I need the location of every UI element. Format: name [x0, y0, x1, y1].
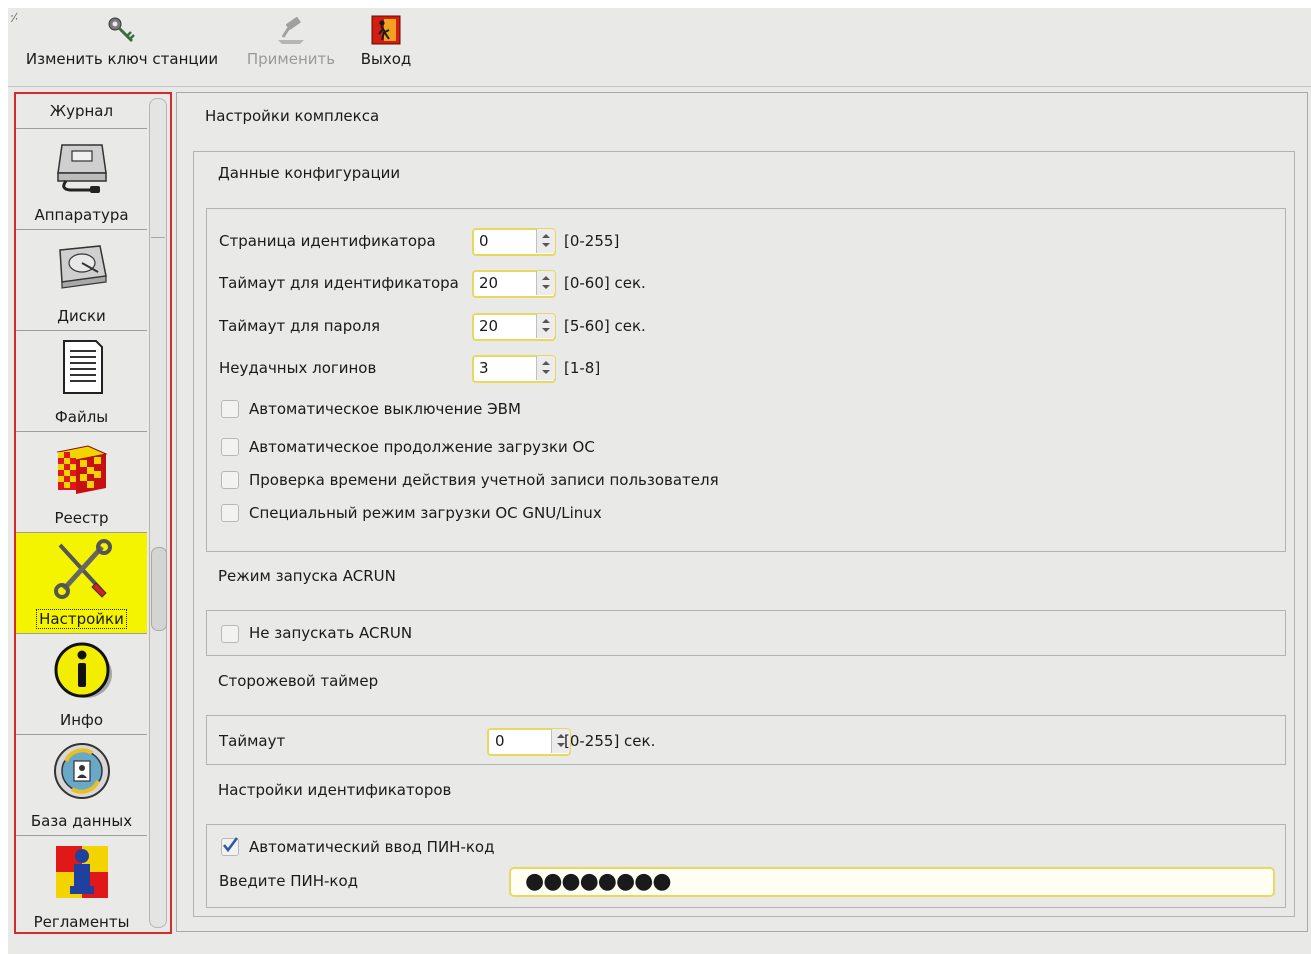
auto-shutdown-checkbox[interactable]	[221, 400, 239, 418]
id-page-range: [0-255]	[564, 232, 620, 250]
scroll-notch	[151, 237, 165, 238]
sidebar: Журнал Аппаратура Диски Файлы Реестр Нас…	[14, 92, 172, 934]
id-timeout-range: [0-60] сек.	[564, 274, 646, 292]
spin-arrows[interactable]	[536, 356, 555, 380]
id-page-label: Страница идентификатора	[219, 232, 436, 250]
exit-button[interactable]: Выход	[358, 14, 414, 76]
hardware-icon	[57, 144, 107, 193]
file-icon	[63, 340, 103, 394]
sidebar-item-label: Реестр	[54, 509, 109, 527]
identifiers-section-title: Настройки идентификаторов	[218, 781, 452, 799]
acrun-box: Не запускать ACRUN	[206, 610, 1286, 656]
identifiers-box: Автоматический ввод ПИН-код Введите ПИН-…	[206, 824, 1286, 908]
change-station-key-button[interactable]: Изменить ключ станции	[22, 14, 222, 76]
sidebar-item-files[interactable]: Файлы	[16, 331, 147, 432]
config-box: Страница идентификатора 0 [0-255] Таймау…	[206, 208, 1286, 552]
watchdog-box: Таймаут 0 [0-255] сек.	[206, 715, 1286, 765]
sidebar-item-disks[interactable]: Диски	[16, 230, 147, 331]
settings-panel: Настройки комплекса Данные конфигурации …	[176, 92, 1308, 932]
sidebar-item-label: Регламенты	[33, 913, 130, 931]
password-timeout-spinbox[interactable]: 20	[472, 313, 556, 341]
account-expiry-check-label: Проверка времени действия учетной записи…	[249, 471, 719, 489]
id-timeout-label: Таймаут для идентификатора	[219, 274, 459, 292]
sidebar-item-hardware[interactable]: Аппаратура	[16, 129, 147, 230]
sidebar-item-label: Аппаратура	[34, 206, 129, 224]
toolbar-divider	[8, 86, 1311, 87]
change-station-key-label: Изменить ключ станции	[25, 50, 219, 68]
watchdog-timeout-spinbox[interactable]: 0	[487, 728, 571, 756]
pin-label: Введите ПИН-код	[219, 872, 359, 890]
key-icon	[108, 17, 135, 43]
watchdog-timeout-value: 0	[495, 732, 505, 750]
sidebar-item-registry[interactable]: Реестр	[16, 432, 147, 533]
checkmark-icon	[222, 837, 239, 853]
sidebar-item-label: Инфо	[59, 711, 104, 729]
registry-cube-icon	[56, 445, 108, 494]
acrun-section-title: Режим запуска ACRUN	[218, 567, 396, 585]
pin-value: ●●●●●●●●	[525, 869, 672, 894]
app-window: ⸓ Изменить ключ станции Применить Выход …	[8, 8, 1311, 954]
toolbar: Изменить ключ станции Применить Выход	[8, 8, 1311, 80]
sidebar-item-database[interactable]: База данных	[16, 735, 147, 836]
auto-continue-boot-label: Автоматическое продолжение загрузки ОС	[249, 438, 595, 456]
failed-logins-value: 3	[479, 359, 489, 377]
database-icon	[54, 743, 110, 799]
sidebar-scrollbar[interactable]	[149, 98, 167, 928]
info-icon	[54, 642, 112, 698]
exit-icon	[371, 15, 401, 45]
id-timeout-spinbox[interactable]: 20	[472, 270, 556, 298]
failed-logins-label: Неудачных логинов	[219, 359, 377, 377]
password-timeout-label: Таймаут для пароля	[219, 317, 381, 335]
sidebar-item-journal[interactable]: Журнал	[16, 94, 147, 129]
auto-pin-label: Автоматический ввод ПИН-код	[249, 838, 495, 856]
settings-label-text: Настройки	[36, 609, 127, 629]
regulations-icon	[56, 846, 108, 898]
sidebar-scroll-thumb[interactable]	[151, 547, 167, 631]
disk-icon	[59, 245, 107, 289]
linux-boot-mode-label: Специальный режим загрузки ОС GNU/Linux	[249, 504, 602, 522]
watchdog-timeout-range: [0-255] сек.	[564, 732, 656, 750]
watchdog-section-title: Сторожевой таймер	[218, 672, 379, 690]
id-page-spinbox[interactable]: 0	[472, 228, 556, 256]
apply-hammer-icon	[278, 16, 304, 44]
no-acrun-label: Не запускать ACRUN	[249, 624, 413, 642]
sidebar-item-label: Журнал	[49, 102, 114, 120]
tools-icon	[54, 539, 112, 599]
exit-label: Выход	[360, 50, 412, 68]
watchdog-timeout-label: Таймаут	[219, 732, 286, 750]
spin-arrows[interactable]	[536, 229, 555, 253]
spin-arrows[interactable]	[536, 271, 555, 295]
apply-label: Применить	[246, 50, 336, 68]
id-timeout-value: 20	[479, 274, 499, 292]
password-timeout-value: 20	[479, 317, 499, 335]
sidebar-item-label: Настройки	[16, 609, 147, 629]
sidebar-item-settings[interactable]: Настройки	[16, 533, 147, 634]
sidebar-item-info[interactable]: Инфо	[16, 634, 147, 735]
failed-logins-range: [1-8]	[564, 359, 601, 377]
auto-pin-checkbox[interactable]	[221, 837, 239, 856]
linux-boot-mode-checkbox[interactable]	[221, 504, 239, 522]
sidebar-item-label: Файлы	[54, 408, 109, 426]
configuration-group: Данные конфигурации Страница идентификат…	[193, 151, 1295, 917]
config-section-title: Данные конфигурации	[218, 164, 401, 182]
id-page-value: 0	[479, 232, 489, 250]
failed-logins-spinbox[interactable]: 3	[472, 355, 556, 383]
account-expiry-check-checkbox[interactable]	[221, 471, 239, 489]
no-acrun-checkbox[interactable]	[221, 625, 239, 643]
password-timeout-range: [5-60] сек.	[564, 317, 646, 335]
spin-arrows[interactable]	[536, 314, 555, 338]
sidebar-item-label: База данных	[30, 812, 133, 830]
pin-input[interactable]: ●●●●●●●●	[509, 867, 1275, 897]
sidebar-item-label: Диски	[57, 307, 106, 325]
auto-continue-boot-checkbox[interactable]	[221, 438, 239, 456]
auto-shutdown-label: Автоматическое выключение ЭВМ	[249, 400, 521, 418]
apply-button[interactable]: Применить	[244, 14, 338, 76]
page-title: Настройки комплекса	[205, 107, 380, 125]
sidebar-item-regulations[interactable]: Регламенты	[16, 836, 147, 932]
